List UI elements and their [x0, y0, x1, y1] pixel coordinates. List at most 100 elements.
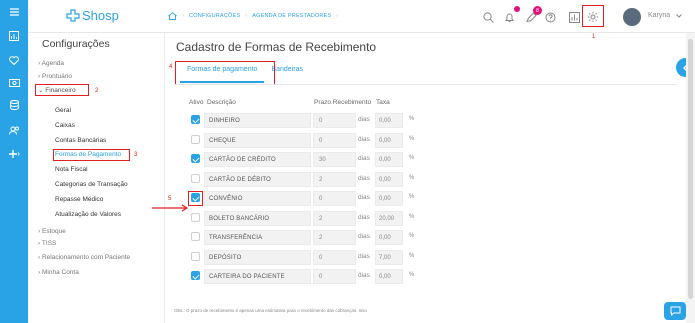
shosp-logo[interactable]: Shosp [66, 8, 119, 23]
description-field[interactable]: CARTÃO DE DÉBITO [204, 171, 311, 187]
prazo-field[interactable]: 2 [313, 210, 356, 226]
active-checkbox[interactable] [191, 251, 200, 261]
taxa-field[interactable]: 0,00 [375, 152, 403, 167]
table-row: DEPÓSITO 0 dias 7,00% [188, 249, 458, 266]
help-icon[interactable] [542, 9, 558, 25]
scrollbar[interactable] [686, 33, 695, 323]
percent-label: % [409, 252, 415, 259]
taxa-field[interactable]: 0,00 [375, 132, 403, 148]
notification-bell-icon[interactable] [501, 6, 520, 25]
active-checkbox[interactable] [191, 271, 200, 280]
annotation-number-3: 3 [134, 152, 138, 158]
money-icon[interactable] [0, 75, 28, 91]
chat-button[interactable] [664, 302, 686, 320]
description-field[interactable]: CHEQUE [204, 132, 311, 148]
active-checkbox[interactable] [191, 232, 200, 241]
active-checkbox[interactable] [191, 212, 200, 222]
active-checkbox[interactable] [191, 154, 200, 163]
sidebar-item-estoque[interactable]: › Estoque [38, 228, 66, 235]
prazo-field[interactable]: 0 [313, 249, 356, 265]
sidebar-item-label: Minha Conta [41, 269, 79, 276]
add-icon[interactable] [0, 146, 28, 162]
percent-label: % [409, 272, 415, 278]
dashboard-icon[interactable] [0, 28, 28, 44]
taxa-field[interactable]: 7,00 [375, 249, 403, 265]
percent-label: % [409, 116, 415, 122]
taxa-field[interactable]: 0,00 [375, 269, 403, 284]
description-field[interactable]: CARTEIRA DO PACIENTE [204, 269, 311, 284]
logo-text: Shosp [82, 8, 119, 23]
user-avatar[interactable] [623, 8, 641, 26]
taxa-field[interactable]: 0,00 [375, 230, 403, 245]
chat-icon [670, 306, 680, 316]
dias-label: dias [358, 194, 370, 201]
sidebar-item-minha-conta[interactable]: › Minha Conta [38, 269, 79, 276]
active-checkbox[interactable] [191, 134, 200, 144]
annotation-number-2: 2 [95, 88, 99, 94]
table-row: CARTEIRA DO PACIENTE 0 dias 0,00% [188, 268, 458, 285]
tab-divider [174, 84, 676, 85]
breadcrumb: › CONFIGURAÇÕES › AGENDA DE PRESTADORES … [168, 12, 338, 20]
menu-icon[interactable] [0, 4, 28, 20]
prazo-field[interactable]: 0 [313, 113, 356, 128]
annotation-box-financeiro [35, 84, 89, 96]
search-icon[interactable] [480, 9, 496, 25]
database-icon[interactable] [0, 97, 28, 113]
prazo-field[interactable]: 2 [313, 230, 356, 245]
table-row: DINHEIRO 0 dias 0,00% [188, 112, 458, 129]
notification-badge [514, 6, 520, 12]
breadcrumb-agenda-prestadores[interactable]: AGENDA DE PRESTADORES [252, 13, 331, 19]
scrollbar-thumb[interactable] [688, 39, 693, 299]
active-checkbox[interactable] [191, 115, 200, 124]
taxa-field[interactable]: 20,00 [375, 210, 403, 226]
description-field[interactable]: CARTÃO DE CRÉDITO [204, 152, 311, 167]
percent-label: % [409, 233, 415, 239]
dias-label: dias [358, 174, 370, 182]
taxa-field[interactable]: 0,00 [375, 191, 403, 206]
sidebar-subitem-categorias-transacao[interactable]: Categorias de Transação [55, 181, 128, 188]
user-name[interactable]: Karyna [648, 12, 670, 19]
table-row: BOLETO BANCÁRIO 2 dias 20,00% [188, 210, 458, 227]
col-header-prazo: Prazo Recebimento [314, 99, 372, 106]
sidebar-subitem-geral[interactable]: Geral [55, 107, 71, 114]
nav-rail [0, 0, 28, 323]
chevron-down-icon[interactable] [676, 14, 682, 18]
sidebar-item-agenda[interactable]: › Agenda [38, 60, 64, 67]
sidebar-item-label: TISS [41, 240, 57, 247]
breadcrumb-configuracoes[interactable]: CONFIGURAÇÕES [189, 13, 240, 19]
taxa-field[interactable]: 0,00 [375, 113, 403, 128]
messages-icon[interactable]: 8 [523, 6, 542, 25]
prazo-field[interactable]: 0 [313, 132, 356, 148]
description-field[interactable]: DINHEIRO [204, 113, 311, 128]
percent-label: % [409, 194, 415, 200]
sidebar-subitem-caixas[interactable]: Caixas [55, 122, 75, 129]
col-header-descricao: Descrição [207, 99, 236, 106]
annotation-box-tab [175, 61, 275, 85]
description-field[interactable]: TRANSFERÊNCIA [204, 230, 311, 245]
description-field[interactable]: CONVÊNIO [204, 191, 311, 206]
prazo-field[interactable]: 2 [313, 171, 356, 187]
users-icon[interactable] [0, 122, 28, 138]
taxa-field[interactable]: 0,00 [375, 171, 403, 187]
sidebar-item-tiss[interactable]: › TISS [38, 240, 56, 247]
sidebar-subitem-contas-bancarias[interactable]: Contas Bancárias [55, 137, 106, 144]
prazo-field[interactable]: 0 [313, 191, 356, 206]
dias-label: dias [358, 135, 370, 143]
home-icon[interactable] [168, 12, 177, 20]
reports-icon[interactable] [566, 9, 582, 25]
table-row: CHEQUE 0 dias 0,00% [188, 132, 458, 149]
sidebar-subitem-atualizacao-valores[interactable]: Atualização de Valores [55, 211, 121, 218]
active-checkbox[interactable] [191, 173, 200, 183]
sidebar-subitem-repasse-medico[interactable]: Repasse Médico [55, 196, 103, 203]
description-field[interactable]: DEPÓSITO [204, 249, 311, 265]
dias-label: dias [358, 252, 370, 260]
heart-icon[interactable] [0, 52, 28, 68]
description-field[interactable]: BOLETO BANCÁRIO [204, 210, 311, 226]
sidebar-item-relacionamento[interactable]: › Relacionamento com Paciente [38, 254, 130, 261]
annotation-box-settings [582, 5, 604, 27]
top-bar: Shosp › CONFIGURAÇÕES › AGENDA DE PRESTA… [28, 0, 695, 40]
prazo-field[interactable]: 0 [313, 269, 356, 284]
sidebar-subitem-nota-fiscal[interactable]: Nota Fiscal [55, 166, 88, 173]
sidebar-item-prontuario[interactable]: › Prontuário [38, 73, 72, 80]
prazo-field[interactable]: 30 [313, 152, 356, 167]
